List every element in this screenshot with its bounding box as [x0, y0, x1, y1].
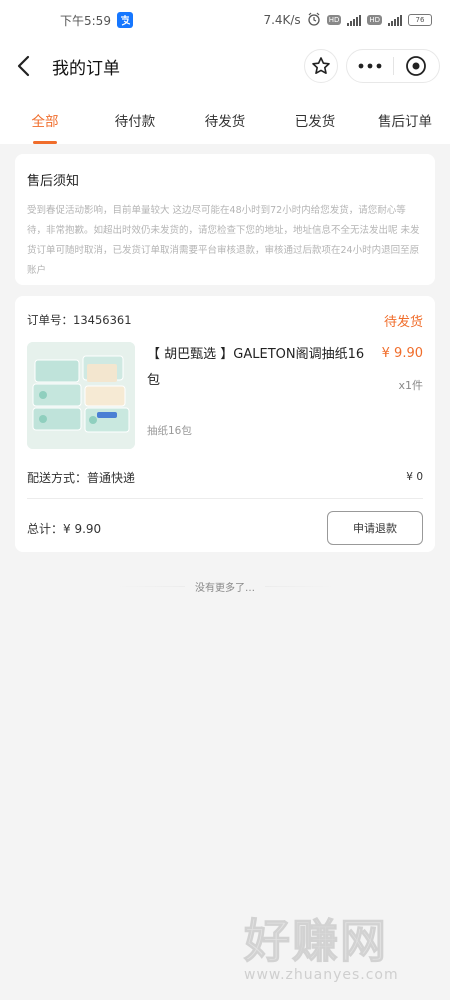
product-price: ¥ 9.90 — [381, 346, 423, 361]
more-button[interactable] — [347, 50, 393, 82]
watermark: 好赚网 www.zhuanyes.com — [244, 905, 399, 984]
no-more-text: 没有更多了… — [195, 583, 255, 594]
back-icon[interactable] — [16, 54, 36, 78]
watermark-brand: 好赚网 — [244, 914, 388, 969]
hd-badge-2: HD — [367, 15, 382, 25]
nav-bar: 我的订单 — [0, 40, 450, 92]
product-title: 【 胡巴甄选 】GALETON阁调抽纸16包 — [147, 347, 365, 388]
page-title: 我的订单 — [52, 58, 120, 79]
refund-button[interactable]: 申请退款 — [327, 511, 423, 545]
target-icon — [406, 56, 427, 76]
product-spec: 抽纸16包 — [147, 425, 192, 437]
favorite-button[interactable] — [304, 49, 338, 83]
status-bar: 下午5:59 7.4K/s HD HD 76 — [0, 0, 450, 40]
tab-all[interactable]: 全部 — [0, 92, 90, 144]
order-status: 待发货 — [383, 314, 423, 330]
order-tabs: 全部 待付款 待发货 已发货 售后订单 — [0, 92, 450, 144]
tab-pending-shipment[interactable]: 待发货 — [180, 92, 270, 144]
notice-title: 售后须知 — [27, 174, 80, 189]
order-card[interactable]: 订单号：13456361 待发货 【 胡巴甄选 】GALETON阁调抽纸16包 … — [15, 296, 435, 552]
list-end-indicator: 没有更多了… — [0, 579, 450, 594]
signal-icon — [347, 14, 362, 26]
order-number: 订单号：13456361 — [27, 313, 132, 327]
signal-icon-2 — [388, 14, 402, 26]
mini-program-capsule — [346, 49, 440, 83]
close-button[interactable] — [394, 50, 440, 82]
more-icon — [358, 63, 382, 69]
watermark-url: www.zhuanyes.com — [244, 967, 399, 983]
notice-text: 受到春促活动影响，目前单量较大 这边尽可能在48小时到72小时内给您发货，请您耐… — [27, 205, 420, 276]
shipping-fee: ¥ 0 — [406, 471, 423, 483]
tab-pending-payment[interactable]: 待付款 — [90, 92, 180, 144]
net-speed: 7.4K/s — [263, 13, 301, 27]
product-image — [27, 342, 135, 449]
alipay-icon — [116, 12, 133, 28]
alarm-icon — [307, 12, 321, 29]
order-total: 总计：¥ 9.90 — [27, 521, 102, 536]
product-row[interactable]: 【 胡巴甄选 】GALETON阁调抽纸16包 抽纸16包 ¥ 9.90 x1件 — [27, 342, 423, 452]
shipping-method: 配送方式：普通快递 — [27, 470, 136, 485]
product-quantity: x1件 — [398, 379, 423, 392]
hd-badge: HD — [326, 15, 342, 25]
tab-after-sales[interactable]: 售后订单 — [360, 92, 450, 144]
after-sales-notice: 售后须知 受到春促活动影响，目前单量较大 这边尽可能在48小时到72小时内给您发… — [15, 154, 435, 285]
battery-icon: 76 — [408, 14, 432, 26]
status-time: 下午5:59 — [60, 13, 111, 28]
star-icon — [312, 57, 330, 74]
tab-shipped[interactable]: 已发货 — [270, 92, 360, 144]
